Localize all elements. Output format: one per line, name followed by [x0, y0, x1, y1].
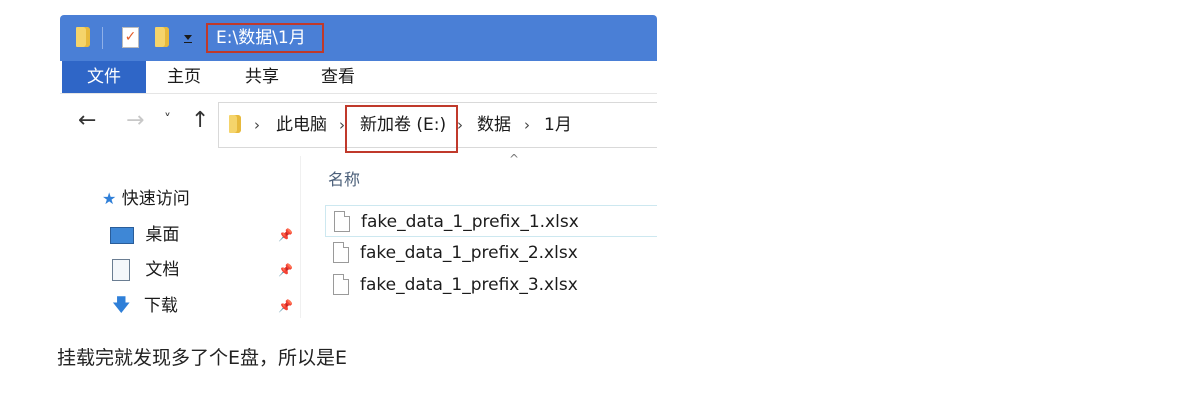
tab-file[interactable]: 文件 [62, 61, 146, 93]
file-icon [333, 242, 349, 263]
chevron-right-icon[interactable]: › [457, 103, 463, 147]
column-header-name[interactable]: 名称 [328, 166, 360, 190]
tab-view[interactable]: 查看 [310, 61, 366, 93]
downloads-icon: 🡇 [112, 295, 131, 316]
chevron-right-icon[interactable]: › [524, 103, 530, 147]
quick-access-item[interactable]: ★ 快速访问 [102, 183, 190, 215]
file-icon [334, 211, 350, 232]
properties-icon[interactable]: ✓ [122, 27, 139, 48]
new-folder-icon[interactable] [155, 27, 169, 47]
highlight-box [345, 105, 458, 153]
file-row[interactable]: fake_data_1_prefix_2.xlsx [325, 237, 657, 269]
desktop-icon [110, 226, 134, 244]
file-name: fake_data_1_prefix_1.xlsx [361, 212, 579, 232]
documents-icon [112, 259, 130, 281]
file-row[interactable]: fake_data_1_prefix_1.xlsx [325, 205, 657, 237]
caption-text: 挂载完就发现多了个E盘，所以是E [57, 347, 348, 369]
file-name: fake_data_1_prefix_3.xlsx [360, 275, 578, 295]
sort-caret-icon[interactable]: ^ [509, 152, 519, 166]
title-bar: ✓ E:\数据\1月 [60, 15, 657, 61]
sidebar-item-desktop[interactable]: 桌面 [110, 219, 179, 251]
chevron-right-icon[interactable]: › [254, 103, 260, 147]
address-row: ← → ˅ ↑ › 此电脑 › 新加卷 (E:) › 数据 › 1月 [60, 94, 657, 156]
explorer-window: ✓ E:\数据\1月 文件 主页 共享 查看 ← → ˅ ↑ › 此电脑 › 新… [60, 15, 657, 318]
sidebar-item-label: 下载 [143, 296, 178, 316]
sidebar-item-label: 文档 [145, 260, 180, 280]
sidebar-item-downloads[interactable]: 🡇 下载 [112, 290, 178, 318]
pin-icon[interactable]: 📌 [278, 263, 293, 277]
address-folder-icon [229, 115, 241, 133]
file-icon [333, 274, 349, 295]
star-icon: ★ [102, 189, 117, 208]
ribbon-tabs: 文件 主页 共享 查看 [60, 61, 657, 94]
file-row[interactable]: fake_data_1_prefix_3.xlsx [325, 269, 657, 301]
up-arrow-icon[interactable]: ↑ [191, 108, 209, 133]
tab-share[interactable]: 共享 [234, 61, 290, 93]
quick-access-label: 快速访问 [121, 189, 190, 209]
file-name: fake_data_1_prefix_2.xlsx [360, 243, 578, 263]
navigation-pane: ★ 快速访问 桌面 📌 文档 📌 🡇 下载 📌 [60, 156, 301, 318]
folder-icon[interactable] [76, 27, 90, 47]
window-title-path: E:\数据\1月 [206, 23, 324, 53]
tab-home[interactable]: 主页 [156, 61, 212, 93]
back-arrow-icon[interactable]: ← [78, 108, 96, 133]
address-bar[interactable]: › 此电脑 › 新加卷 (E:) › 数据 › 1月 [218, 102, 657, 153]
recent-locations-icon[interactable]: ˅ [164, 112, 171, 128]
crumb-data[interactable]: 数据 [477, 103, 511, 147]
sidebar-item-documents[interactable]: 文档 [112, 254, 179, 286]
crumb-january[interactable]: 1月 [544, 103, 572, 147]
file-list: ^ 名称 fake_data_1_prefix_1.xlsx fake_data… [301, 152, 657, 318]
sidebar-item-label: 桌面 [145, 225, 180, 245]
pin-icon[interactable]: 📌 [278, 299, 293, 313]
pin-icon[interactable]: 📌 [278, 228, 293, 242]
crumb-this-pc[interactable]: 此电脑 [276, 103, 327, 147]
title-separator [102, 27, 103, 49]
forward-arrow-icon[interactable]: → [126, 108, 144, 133]
